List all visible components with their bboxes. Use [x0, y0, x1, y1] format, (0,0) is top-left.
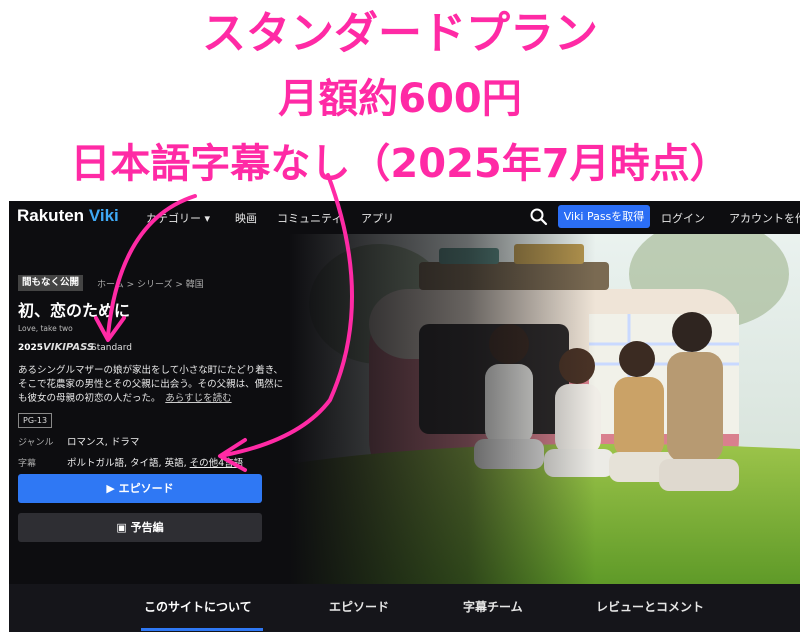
rating-badge: PG-13 [18, 413, 53, 428]
read-synopsis-link[interactable]: あらすじを読む [165, 393, 231, 404]
search-icon[interactable] [529, 207, 549, 227]
nav-category[interactable]: カテゴリー ▾ [146, 210, 210, 226]
nav-community[interactable]: コミュニティ [277, 210, 342, 226]
viki-screenshot: Rakuten Viki カテゴリー ▾ 映画 コミュニティ アプリ Viki … [9, 201, 800, 632]
hero-illustration [289, 234, 800, 584]
hero-image [289, 234, 800, 584]
logo-viki-text: Viki [88, 206, 119, 225]
banner-plan-name: スタンダードプラン [202, 8, 598, 59]
show-subtitle: Love, take two [18, 324, 73, 333]
more-languages-link[interactable]: その他4言語 [190, 458, 244, 469]
subtitles-list: ポルトガル語, タイ語, 英語, [67, 458, 187, 469]
logo-rakuten-text: Rakuten [17, 206, 85, 225]
login-link[interactable]: ログイン [661, 210, 705, 226]
trailer-button[interactable]: ▣ 予告編 [18, 513, 262, 542]
get-viki-pass-button[interactable]: Viki Passを取得 [558, 205, 650, 228]
tab-reviews[interactable]: レビューとコメント [596, 598, 704, 615]
nav-movies[interactable]: 映画 [235, 210, 257, 226]
nav-apps[interactable]: アプリ [361, 210, 394, 226]
active-tab-indicator [141, 628, 263, 631]
viki-logo[interactable]: Rakuten Viki [17, 206, 119, 226]
subtitles-label: 字幕 [18, 459, 37, 469]
banner-note: 日本語字幕なし（2025年7月時点） [70, 141, 730, 187]
promo-banner: スタンダードプラン 月額約600円 日本語字幕なし（2025年7月時点） [0, 0, 800, 200]
genre-value[interactable]: ロマンス, ドラマ [67, 434, 139, 448]
genre-label: ジャンル [18, 438, 54, 448]
tab-subtitle-team[interactable]: 字幕チーム [463, 598, 523, 615]
tab-bar: このサイトについて エピソード 字幕チーム レビューとコメント [9, 584, 800, 632]
film-icon: ▣ [116, 521, 127, 534]
viki-pass-logo: VIKIPASS [43, 342, 95, 353]
tab-about[interactable]: このサイトについて [144, 598, 252, 615]
banner-price: 月額約600円 [278, 76, 522, 122]
coming-soon-badge: 間もなく公開 [18, 275, 84, 291]
trailer-label: 予告編 [130, 521, 164, 534]
synopsis-text: あるシングルマザーの娘が家出をして小さな町にたどり着き、そこで花農家の男性とその… [18, 365, 284, 404]
tab-episodes[interactable]: エピソード [329, 598, 389, 615]
breadcrumb[interactable]: ホーム > シリーズ > 韓国 [97, 277, 204, 290]
pass-tier-label: Standard [91, 343, 132, 353]
episodes-button[interactable]: ▶ エピソード [18, 474, 262, 503]
synopsis: あるシングルマザーの娘が家出をして小さな町にたどり着き、そこで花農家の男性とその… [18, 364, 288, 406]
release-year: 2025 [18, 343, 44, 353]
show-title: 初、恋のために [18, 301, 131, 320]
create-account-link[interactable]: アカウントを作 [729, 210, 800, 226]
top-navigation: Rakuten Viki カテゴリー ▾ 映画 コミュニティ アプリ Viki … [9, 201, 800, 234]
subtitles-value: ポルトガル語, タイ語, 英語, その他4言語 [67, 455, 243, 469]
